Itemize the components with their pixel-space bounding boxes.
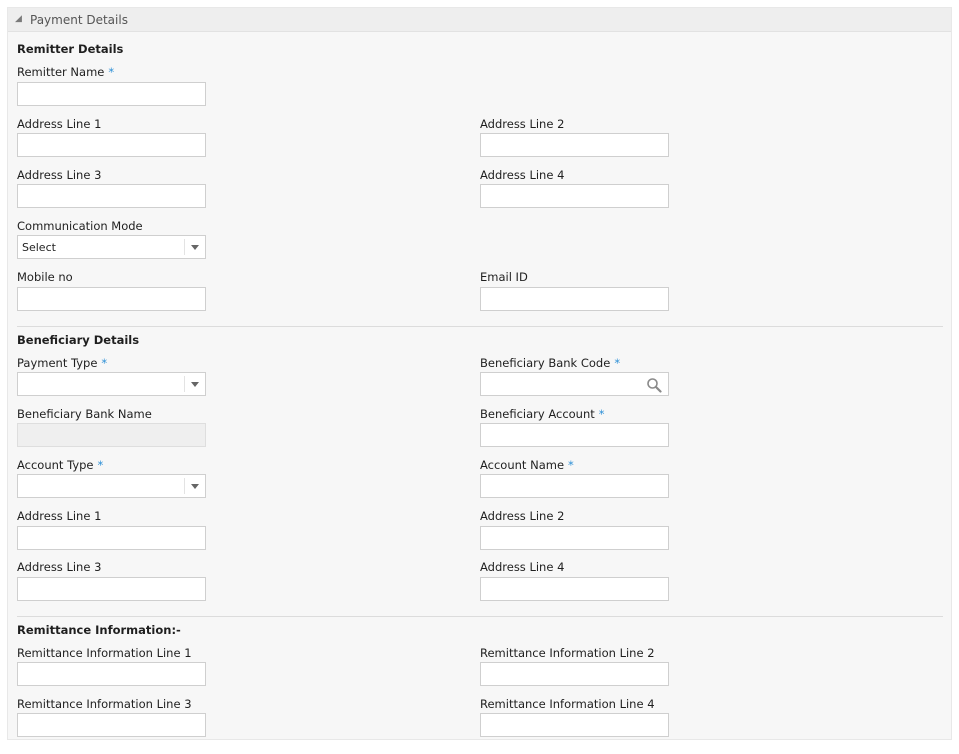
select-divider <box>184 376 185 392</box>
beneficiary-bank-name-input <box>17 423 206 447</box>
beneficiary-address-line-1-input[interactable] <box>17 526 206 550</box>
remitter-name-input[interactable] <box>17 82 206 106</box>
beneficiary-address-line-4-label: Address Line 4 <box>480 560 565 574</box>
payment-type-select[interactable] <box>17 372 206 396</box>
remittance-line-1-input[interactable] <box>17 662 206 686</box>
account-type-select[interactable] <box>17 474 206 498</box>
required-marker: * <box>598 407 605 421</box>
remittance-line-4-input[interactable] <box>480 713 669 737</box>
mobile-no-label: Mobile no <box>17 270 73 284</box>
beneficiary-address-line-4-input[interactable] <box>480 577 669 601</box>
beneficiary-section-title: Beneficiary Details <box>17 333 140 347</box>
payment-details-panel: ◢ Payment Details Remitter Details Remit… <box>7 7 952 740</box>
email-id-label: Email ID <box>480 270 528 284</box>
beneficiary-bank-code-label: Beneficiary Bank Code * <box>480 356 621 370</box>
mobile-no-input[interactable] <box>17 287 206 311</box>
payment-type-label: Payment Type * <box>17 356 108 370</box>
beneficiary-address-line-3-input[interactable] <box>17 577 206 601</box>
remitter-address-line-2-label: Address Line 2 <box>480 117 565 131</box>
remittance-line-1-label: Remittance Information Line 1 <box>17 646 192 660</box>
beneficiary-address-line-3-label: Address Line 3 <box>17 560 102 574</box>
remitter-name-label: Remitter Name * <box>17 65 115 79</box>
remitter-address-line-3-input[interactable] <box>17 184 206 208</box>
chevron-down-icon[interactable] <box>191 484 199 489</box>
beneficiary-account-label: Beneficiary Account * <box>480 407 605 421</box>
remitter-address-line-1-input[interactable] <box>17 133 206 157</box>
select-divider <box>184 478 185 494</box>
section-divider <box>17 326 943 327</box>
required-marker: * <box>568 458 574 472</box>
account-name-input[interactable] <box>480 474 669 498</box>
remitter-address-line-4-input[interactable] <box>480 184 669 208</box>
remittance-line-4-label: Remittance Information Line 4 <box>480 697 655 711</box>
search-icon[interactable] <box>646 377 662 393</box>
panel-title: Payment Details <box>30 13 128 27</box>
required-marker: * <box>108 65 115 79</box>
required-marker: * <box>614 356 621 370</box>
select-divider <box>184 239 185 255</box>
beneficiary-bank-code-lookup[interactable] <box>480 372 669 396</box>
remittance-line-2-input[interactable] <box>480 662 669 686</box>
chevron-down-icon[interactable] <box>191 382 199 387</box>
account-name-label: Account Name * <box>480 458 574 472</box>
remitter-address-line-2-input[interactable] <box>480 133 669 157</box>
remitter-address-line-4-label: Address Line 4 <box>480 168 565 182</box>
panel-header[interactable]: ◢ Payment Details <box>8 8 951 32</box>
chevron-down-icon[interactable] <box>191 245 199 250</box>
communication-mode-value: Select <box>22 241 56 254</box>
beneficiary-address-line-2-label: Address Line 2 <box>480 509 565 523</box>
communication-mode-select[interactable]: Select <box>17 235 206 259</box>
section-divider <box>17 616 943 617</box>
remitter-address-line-1-label: Address Line 1 <box>17 117 102 131</box>
beneficiary-address-line-2-input[interactable] <box>480 526 669 550</box>
remittance-line-2-label: Remittance Information Line 2 <box>480 646 655 660</box>
required-marker: * <box>97 458 104 472</box>
communication-mode-label: Communication Mode <box>17 219 143 233</box>
remittance-section-title: Remittance Information:- <box>17 623 181 637</box>
beneficiary-bank-name-label: Beneficiary Bank Name <box>17 407 152 421</box>
remitter-section-title: Remitter Details <box>17 42 124 56</box>
remittance-line-3-label: Remittance Information Line 3 <box>17 697 192 711</box>
remitter-address-line-3-label: Address Line 3 <box>17 168 102 182</box>
beneficiary-address-line-1-label: Address Line 1 <box>17 509 102 523</box>
account-type-label: Account Type * <box>17 458 104 472</box>
email-id-input[interactable] <box>480 287 669 311</box>
beneficiary-account-input[interactable] <box>480 423 669 447</box>
required-marker: * <box>101 356 108 370</box>
collapse-icon[interactable]: ◢ <box>15 14 25 24</box>
remittance-line-3-input[interactable] <box>17 713 206 737</box>
